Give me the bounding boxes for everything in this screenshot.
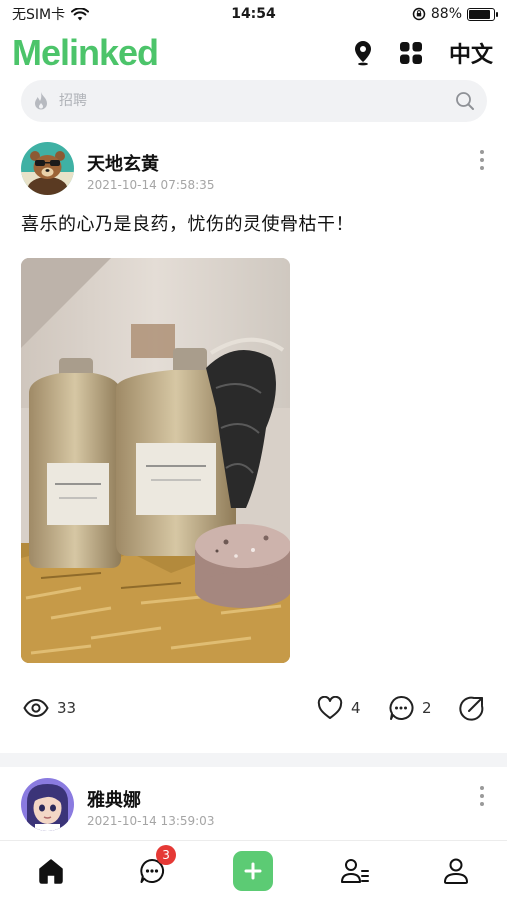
flame-icon	[35, 92, 47, 110]
comment-count: 2	[422, 699, 432, 717]
post-divider	[0, 753, 507, 767]
post-actions: 33 4 2	[0, 692, 507, 724]
post-header: 天地玄黄 2021-10-14 07:58:35	[0, 132, 507, 196]
add-post-button[interactable]	[233, 850, 274, 891]
nav-contacts[interactable]	[325, 841, 385, 900]
app-logo: Melinked	[12, 32, 159, 73]
battery-fill	[469, 9, 491, 19]
avatar[interactable]	[21, 778, 74, 831]
status-left: 无SIM卡	[12, 4, 90, 24]
post-author[interactable]: 天地玄黄	[87, 150, 159, 176]
wifi-icon	[71, 7, 90, 20]
avatar[interactable]	[21, 142, 74, 195]
app-header: Melinked 中文	[0, 30, 507, 76]
heart-icon	[317, 696, 343, 719]
contacts-list-icon	[340, 858, 369, 883]
post-timestamp: 2021-10-14 13:59:03	[87, 814, 215, 828]
nav-messages[interactable]: 3	[122, 841, 182, 900]
search-input[interactable]	[59, 93, 455, 109]
post-photo[interactable]	[21, 258, 290, 663]
location-pin-icon[interactable]	[353, 40, 373, 66]
nav-home[interactable]	[21, 841, 81, 900]
share-button[interactable]	[459, 692, 485, 724]
battery-icon	[467, 7, 498, 21]
search-icon[interactable]	[455, 91, 475, 111]
home-icon	[38, 858, 63, 884]
post-text: 喜乐的心乃是良药，忧伤的灵使骨枯干！	[21, 214, 354, 235]
share-icon	[459, 696, 484, 721]
like-count: 4	[351, 699, 361, 717]
status-right: 88%	[412, 6, 498, 22]
more-options-icon[interactable]	[479, 786, 485, 806]
header-actions: 中文	[353, 37, 493, 69]
comment-bubble-icon	[389, 695, 414, 720]
view-count-value: 33	[57, 699, 77, 717]
nav-profile[interactable]	[426, 841, 486, 900]
more-options-icon[interactable]	[479, 150, 485, 170]
feed-post: 雅典娜 2021-10-14 13:59:03	[0, 768, 507, 832]
status-bar: 无SIM卡 14:54 88%	[0, 0, 507, 28]
orientation-lock-icon	[412, 7, 426, 21]
unread-badge: 3	[156, 844, 177, 865]
post-header: 雅典娜 2021-10-14 13:59:03	[0, 768, 507, 832]
post-author[interactable]: 雅典娜	[87, 786, 141, 812]
plus-icon	[244, 862, 262, 879]
nav-add[interactable]	[223, 841, 283, 900]
feed-post: 天地玄黄 2021-10-14 07:58:35 喜乐的心乃是良药，忧伤的灵使骨…	[0, 132, 507, 721]
bottom-nav: 3	[0, 840, 507, 900]
language-switch[interactable]: 中文	[449, 37, 493, 69]
carrier-label: 无SIM卡	[12, 7, 66, 23]
post-timestamp: 2021-10-14 07:58:35	[87, 178, 215, 192]
view-count: 33	[23, 692, 76, 724]
like-button[interactable]: 4	[317, 692, 361, 724]
battery-percent: 88%	[430, 6, 462, 22]
search-bar[interactable]	[21, 80, 487, 122]
comment-button[interactable]: 2	[388, 692, 432, 724]
eye-icon	[23, 698, 49, 718]
grid-apps-icon[interactable]	[399, 41, 423, 65]
user-profile-icon	[444, 858, 469, 884]
